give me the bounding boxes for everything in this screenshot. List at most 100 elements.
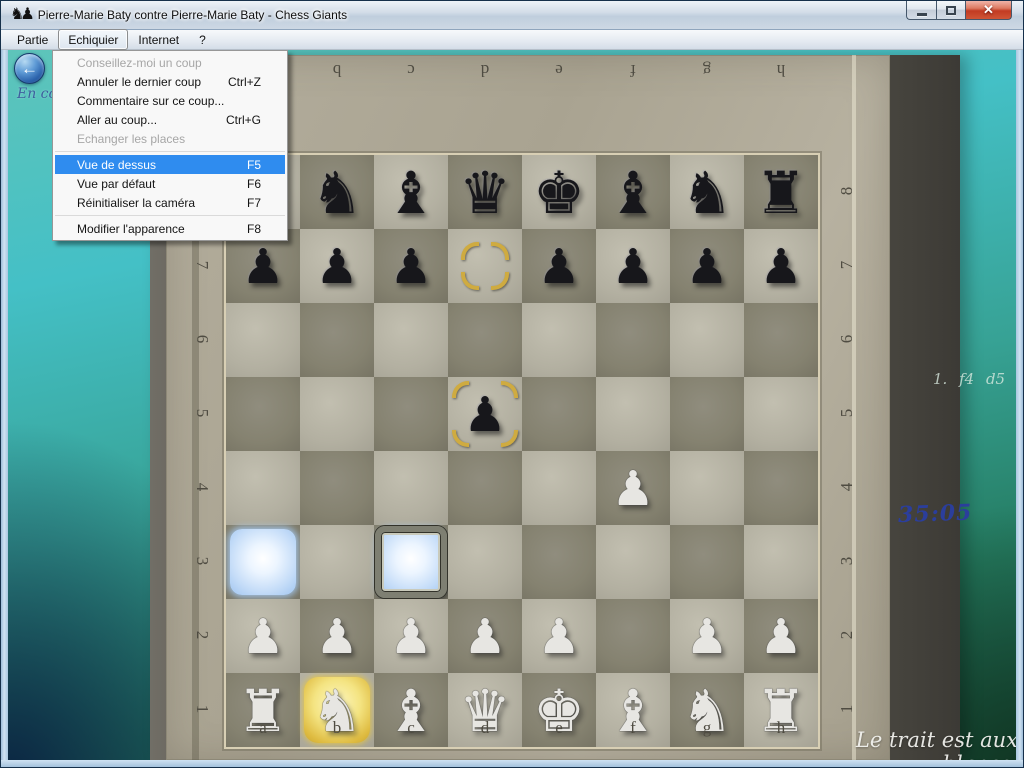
hover-target-frame xyxy=(375,526,447,598)
black-pawn-d5[interactable]: ♟ xyxy=(448,377,522,451)
square-d7[interactable] xyxy=(448,229,522,303)
square-c4[interactable] xyxy=(374,451,448,525)
square-b7[interactable]: ♟ xyxy=(300,229,374,303)
square-c7[interactable]: ♟ xyxy=(374,229,448,303)
square-d4[interactable] xyxy=(448,451,522,525)
square-c6[interactable] xyxy=(374,303,448,377)
menubar-item-help[interactable]: ? xyxy=(189,29,216,50)
square-a3[interactable] xyxy=(226,525,300,599)
square-a4[interactable] xyxy=(226,451,300,525)
back-button[interactable]: ← xyxy=(14,53,45,84)
last-move-from-marker xyxy=(491,272,509,290)
menubar-item-internet[interactable]: Internet xyxy=(128,29,189,50)
square-h5[interactable] xyxy=(744,377,818,451)
square-g8[interactable]: ♞ xyxy=(670,155,744,229)
minimize-button[interactable] xyxy=(906,1,936,20)
square-g4[interactable] xyxy=(670,451,744,525)
square-f4[interactable]: ♟ xyxy=(596,451,670,525)
square-b4[interactable] xyxy=(300,451,374,525)
menu-item-vue-par-d-faut[interactable]: Vue par défautF6 xyxy=(55,174,285,193)
black-knight-g8[interactable]: ♞ xyxy=(670,155,744,229)
square-b6[interactable] xyxy=(300,303,374,377)
square-c3[interactable] xyxy=(374,525,448,599)
square-e4[interactable] xyxy=(522,451,596,525)
square-a6[interactable] xyxy=(226,303,300,377)
square-d6[interactable] xyxy=(448,303,522,377)
square-e2[interactable]: ♟ xyxy=(522,599,596,673)
close-button[interactable]: ✕ xyxy=(965,1,1012,20)
square-h3[interactable] xyxy=(744,525,818,599)
square-g6[interactable] xyxy=(670,303,744,377)
coordinate-label-7: 7 xyxy=(837,252,857,278)
square-b2[interactable]: ♟ xyxy=(300,599,374,673)
menu-item-modifier-l-apparence[interactable]: Modifier l'apparenceF8 xyxy=(55,219,285,238)
square-c5[interactable] xyxy=(374,377,448,451)
square-e6[interactable] xyxy=(522,303,596,377)
menu-item-aller-au-coup[interactable]: Aller au coup...Ctrl+G xyxy=(55,110,285,129)
square-d3[interactable] xyxy=(448,525,522,599)
square-f6[interactable] xyxy=(596,303,670,377)
title-bar[interactable]: ♞♟ Pierre-Marie Baty contre Pierre-Marie… xyxy=(1,1,1023,30)
square-f8[interactable]: ♝ xyxy=(596,155,670,229)
black-queen-d8[interactable]: ♛ xyxy=(448,155,522,229)
black-rook-h8[interactable]: ♜ xyxy=(744,155,818,229)
white-pawn-c2[interactable]: ♟ xyxy=(374,599,448,673)
square-h8[interactable]: ♜ xyxy=(744,155,818,229)
coordinate-label-a: a xyxy=(226,718,300,738)
menu-item-annuler-le-dernier-coup[interactable]: Annuler le dernier coupCtrl+Z xyxy=(55,72,285,91)
square-e7[interactable]: ♟ xyxy=(522,229,596,303)
menu-item-r-initialiser-la-cam-ra[interactable]: Réinitialiser la caméraF7 xyxy=(55,193,285,212)
coordinate-label-e: e xyxy=(522,60,596,80)
square-g5[interactable] xyxy=(670,377,744,451)
move-target-highlight xyxy=(230,529,296,595)
menu-item-vue-de-dessus[interactable]: Vue de dessusF5 xyxy=(55,155,285,174)
square-e3[interactable] xyxy=(522,525,596,599)
square-b8[interactable]: ♞ xyxy=(300,155,374,229)
black-pawn-g7[interactable]: ♟ xyxy=(670,229,744,303)
square-c8[interactable]: ♝ xyxy=(374,155,448,229)
black-pawn-h7[interactable]: ♟ xyxy=(744,229,818,303)
square-h7[interactable]: ♟ xyxy=(744,229,818,303)
white-pawn-f4[interactable]: ♟ xyxy=(596,451,670,525)
square-a2[interactable]: ♟ xyxy=(226,599,300,673)
square-g7[interactable]: ♟ xyxy=(670,229,744,303)
square-f5[interactable] xyxy=(596,377,670,451)
menu-item-commentaire-sur-ce-coup[interactable]: Commentaire sur ce coup... xyxy=(55,91,285,110)
chess-board: ♜♞♝♛♚♝♞♜♟♟♟♟♟♟♟♟♟♟♟♟♟♟♟♟♜♞♝♛♚♝♞♜ xyxy=(226,155,818,747)
square-b5[interactable] xyxy=(300,377,374,451)
square-d8[interactable]: ♛ xyxy=(448,155,522,229)
square-c2[interactable]: ♟ xyxy=(374,599,448,673)
square-h2[interactable]: ♟ xyxy=(744,599,818,673)
square-f7[interactable]: ♟ xyxy=(596,229,670,303)
square-g3[interactable] xyxy=(670,525,744,599)
square-a5[interactable] xyxy=(226,377,300,451)
square-h4[interactable] xyxy=(744,451,818,525)
black-bishop-f8[interactable]: ♝ xyxy=(596,155,670,229)
white-pawn-a2[interactable]: ♟ xyxy=(226,599,300,673)
menubar-item-echiquier[interactable]: Echiquier xyxy=(58,29,128,50)
menubar-item-partie[interactable]: Partie xyxy=(7,29,58,50)
black-pawn-f7[interactable]: ♟ xyxy=(596,229,670,303)
white-pawn-e2[interactable]: ♟ xyxy=(522,599,596,673)
black-pawn-e7[interactable]: ♟ xyxy=(522,229,596,303)
square-d5[interactable]: ♟ xyxy=(448,377,522,451)
square-f2[interactable] xyxy=(596,599,670,673)
black-knight-b8[interactable]: ♞ xyxy=(300,155,374,229)
square-e5[interactable] xyxy=(522,377,596,451)
white-pawn-g2[interactable]: ♟ xyxy=(670,599,744,673)
black-pawn-b7[interactable]: ♟ xyxy=(300,229,374,303)
square-e8[interactable]: ♚ xyxy=(522,155,596,229)
square-g2[interactable]: ♟ xyxy=(670,599,744,673)
square-b3[interactable] xyxy=(300,525,374,599)
square-f3[interactable] xyxy=(596,525,670,599)
white-pawn-h2[interactable]: ♟ xyxy=(744,599,818,673)
black-pawn-c7[interactable]: ♟ xyxy=(374,229,448,303)
minimize-icon xyxy=(917,13,927,16)
square-d2[interactable]: ♟ xyxy=(448,599,522,673)
white-pawn-b2[interactable]: ♟ xyxy=(300,599,374,673)
maximize-button[interactable] xyxy=(936,1,965,20)
black-bishop-c8[interactable]: ♝ xyxy=(374,155,448,229)
black-king-e8[interactable]: ♚ xyxy=(522,155,596,229)
square-h6[interactable] xyxy=(744,303,818,377)
white-pawn-d2[interactable]: ♟ xyxy=(448,599,522,673)
